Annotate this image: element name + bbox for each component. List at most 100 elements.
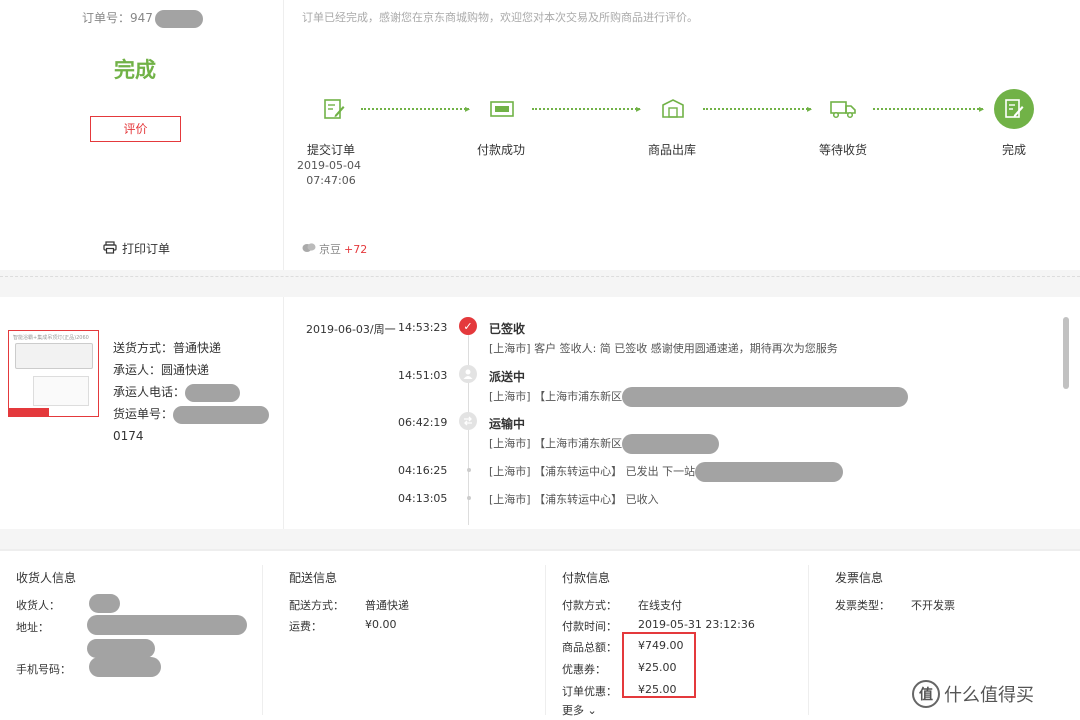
carrier: 承运人：圆通快递 (113, 363, 210, 377)
event-desc-text: [上海市] 【上海市浦东新区 (489, 390, 623, 403)
order-discount-row: 订单优惠： ¥25.00 (562, 683, 677, 699)
receiver-name-row: 收货人： (16, 594, 120, 613)
event-desc: [上海市] 【上海市浦东新区 (489, 434, 720, 454)
receiver-info: 收货人信息 收货人： 地址： 手机号码： (0, 565, 262, 715)
redacted-order-number (154, 9, 203, 28)
arrow-right-icon: ▸ (979, 104, 985, 115)
print-order-link[interactable]: 打印订单 (103, 240, 170, 257)
courier-icon (459, 365, 477, 383)
step-time-submit: 07:47:06 (306, 174, 356, 187)
warehouse-out-icon (658, 94, 688, 124)
more-label: 更多 (562, 704, 584, 717)
coupon-row: 优惠券： ¥25.00 (562, 661, 677, 677)
order-status-column: 订单号：947 完成 评价 打印订单 (0, 0, 284, 270)
mobile-row: 手机号码： (16, 657, 161, 677)
address-label: 地址： (16, 621, 49, 634)
delivery-truck-icon (828, 94, 858, 124)
payment-method-label: 付款方式： (562, 599, 617, 612)
watermark: 值 什么值得买 (912, 680, 1034, 708)
redacted-waybill (173, 405, 270, 424)
product-tag (9, 408, 49, 416)
step-label-waiting: 等待收货 (818, 143, 867, 157)
invoice-type-label: 发票类型： (835, 599, 890, 612)
order-discount-label: 订单优惠： (562, 685, 617, 698)
event-desc: [上海市] 【浦东转运中心】 已收入 (489, 493, 659, 506)
order-summary-panel: 订单号：947 完成 评价 打印订单 订单已经完成，感谢您在京东商城购物，欢迎您… (0, 0, 1080, 270)
order-status: 完成 (114, 58, 156, 82)
delivery-info: 配送信息 配送方式： 普通快递 运费： ¥0.00 (262, 565, 545, 715)
shipment-info: 智能浴霸+集成吊顶灯(正品)2060 送货方式：普通快递 承运人：圆通快递 承运… (0, 297, 284, 529)
print-order-label: 打印订单 (122, 242, 171, 256)
printer-icon (103, 240, 117, 257)
receiver-name-label: 收货人： (16, 599, 60, 612)
thanks-message: 订单已经完成，感谢您在京东商城购物，欢迎您对本次交易及所购商品进行评价。 (302, 11, 698, 24)
invoice-type-value: 不开发票 (911, 599, 955, 612)
product-unit-shape (15, 343, 93, 369)
carrier-phone-label: 承运人电话： (113, 385, 186, 399)
chevron-down-icon: ⌄ (587, 704, 597, 717)
amount-highlight-box (622, 632, 696, 698)
payment-title: 付款信息 (562, 571, 611, 585)
goods-total-label: 商品总额： (562, 641, 617, 654)
shipping-details: 送货方式：普通快递 承运人：圆通快递 承运人电话： 货运单号： 0174 (113, 337, 270, 447)
product-thumbnail[interactable]: 智能浴霸+集成吊顶灯(正品)2060 (8, 330, 99, 417)
redacted-address (87, 615, 247, 635)
timeline-scrollbar[interactable] (1063, 317, 1069, 389)
progress-connector (361, 108, 469, 112)
progress-connector (873, 108, 983, 112)
waybill-number: 货运单号： (113, 403, 270, 425)
redacted-address (622, 434, 720, 454)
payment-icon (487, 94, 517, 124)
review-button[interactable]: 评价 (90, 116, 181, 142)
order-number: 订单号：947 (82, 9, 203, 28)
redacted-address-2 (87, 639, 155, 658)
waybill-label: 货运单号： (113, 407, 174, 421)
event-time: 04:16:25 (398, 464, 448, 477)
delivery-method-row: 配送方式： 普通快递 (289, 597, 409, 613)
shipping-fee-value: ¥0.00 (365, 618, 397, 631)
more-link[interactable]: 更多 ⌄ (562, 702, 597, 718)
transit-icon (459, 412, 477, 430)
delivery-method-value: 普通快递 (365, 599, 409, 612)
timeline-dot (467, 468, 471, 472)
event-status: 已签收 (489, 322, 526, 336)
redacted-mobile (89, 657, 161, 677)
jingdou-icon (302, 242, 316, 256)
event-status: 运输中 (489, 417, 526, 431)
redacted-phone (185, 383, 241, 402)
arrow-right-icon: ▸ (807, 104, 813, 115)
tracking-date: 2019-06-03/周一 (306, 323, 396, 336)
smzdm-logo: 值 (912, 680, 940, 708)
arrow-right-icon: ▸ (465, 104, 471, 115)
progress-connector (532, 108, 640, 112)
delivery-method-label: 配送方式： (289, 599, 344, 612)
redacted-next-stop (695, 462, 844, 482)
step-label-submit: 提交订单 (306, 143, 355, 157)
product-panel-shape (33, 376, 89, 406)
product-title: 智能浴霸+集成吊顶灯(正品)2060 (13, 335, 89, 341)
waybill-suffix: 0174 (113, 429, 144, 443)
complete-icon (994, 89, 1034, 129)
jingdou-reward: 京豆 +72 (302, 241, 367, 257)
logistics-panel: 智能浴霸+集成吊顶灯(正品)2060 送货方式：普通快递 承运人：圆通快递 承运… (0, 297, 1080, 529)
watermark-text: 什么值得买 (944, 685, 1034, 706)
event-desc: [上海市] 【浦东转运中心】 已发出 下一站 (489, 462, 844, 482)
step-label-outbound: 商品出库 (647, 143, 696, 157)
shipping-fee-row: 运费： ¥0.00 (289, 618, 397, 634)
section-divider (0, 276, 1080, 277)
tracking-timeline: 2019-06-03/周一 14:53:23 ✓ 已签收 [上海市] 客户 签收… (285, 297, 1080, 529)
jingdou-label: 京豆 (319, 243, 341, 256)
jingdou-value: +72 (344, 242, 368, 256)
event-desc: [上海市] 【上海市浦东新区 (489, 387, 909, 407)
event-status: 派送中 (489, 370, 526, 384)
payment-time-row: 付款时间： 2019-05-31 23:12:36 (562, 618, 755, 634)
event-time: 14:53:23 (398, 321, 448, 334)
event-desc-text: [上海市] 【上海市浦东新区 (489, 437, 623, 450)
progress-connector (703, 108, 811, 112)
step-label-payment: 付款成功 (476, 143, 525, 157)
redacted-name (89, 594, 120, 613)
delivery-title: 配送信息 (289, 571, 338, 585)
coupon-label: 优惠券： (562, 663, 606, 676)
shipping-method: 送货方式：普通快递 (113, 341, 222, 355)
step-label-complete: 完成 (1001, 143, 1026, 157)
